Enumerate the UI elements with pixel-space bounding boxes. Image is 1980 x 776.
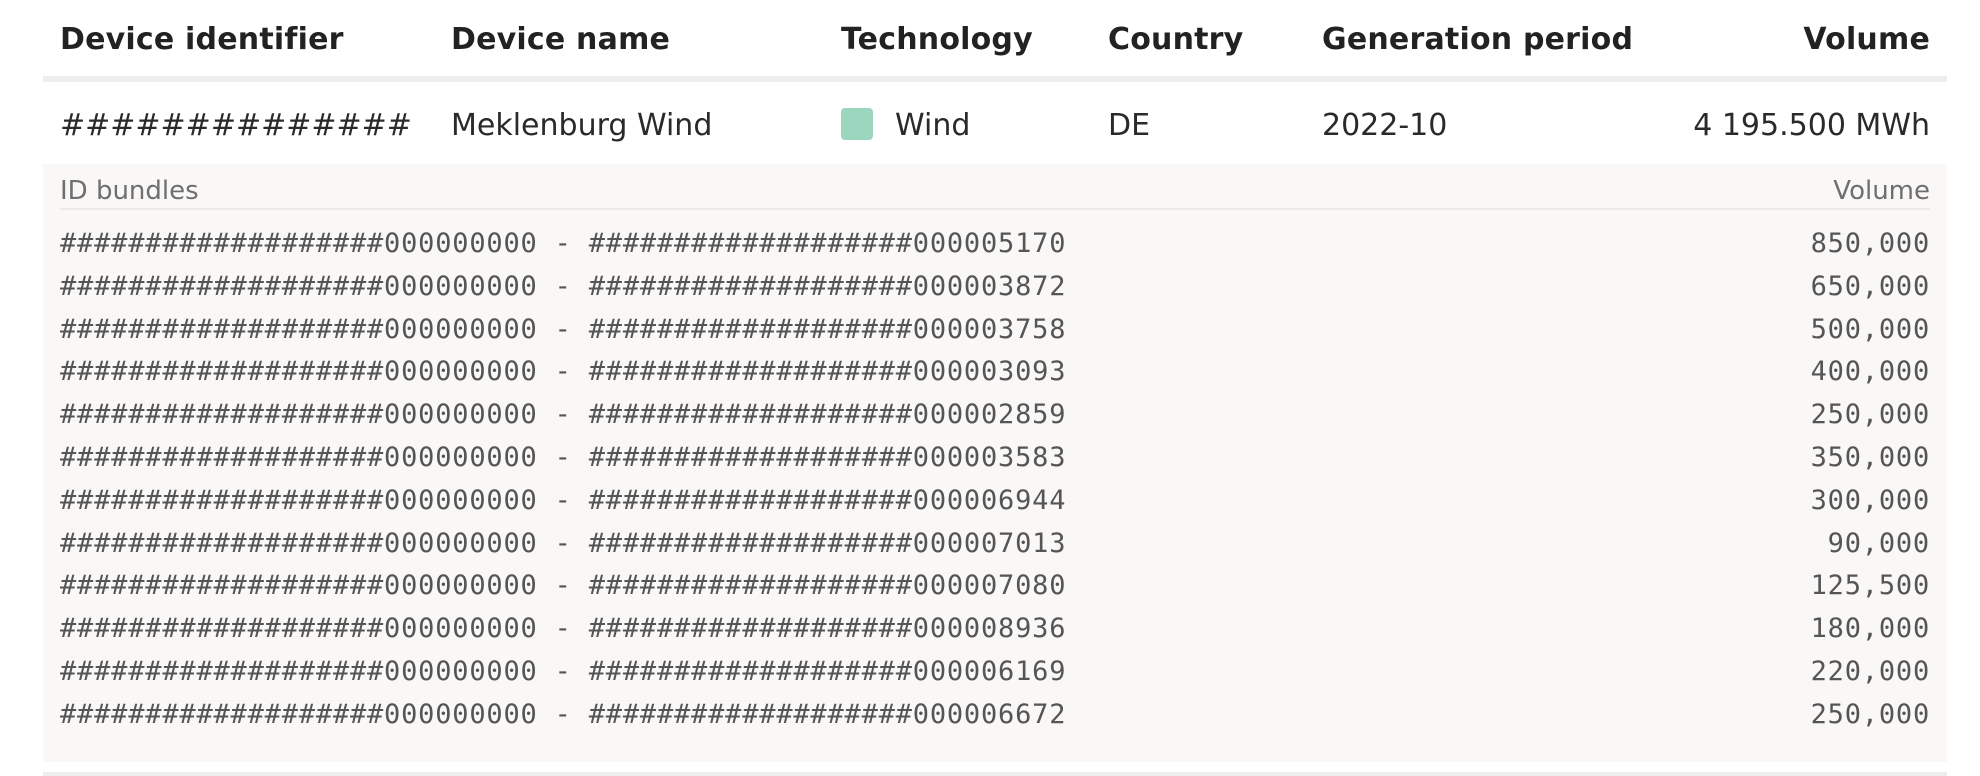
bundle-volume: 400,000 (1810, 356, 1930, 388)
header-volume[interactable]: Volume (1803, 22, 1930, 57)
bundle-volume: 125,500 (1810, 570, 1930, 602)
bundle-volume: 300,000 (1810, 484, 1930, 516)
volume-cell: 4 195.500 MWh (1693, 108, 1930, 143)
header-technology[interactable]: Technology (841, 22, 1033, 57)
bundle-volume: 220,000 (1810, 655, 1930, 687)
bundle-volume: 500,000 (1810, 313, 1930, 345)
bundle-row: ###################000000000 - #########… (60, 308, 1930, 351)
table-bottom-divider (43, 772, 1947, 776)
bundle-volume: 90,000 (1827, 527, 1930, 559)
bundle-row: ###################000000000 - #########… (60, 350, 1930, 393)
id-bundles-panel: ID bundles Volume ###################000… (43, 164, 1947, 762)
device-name-cell: Meklenburg Wind (451, 108, 713, 143)
generation-period-cell: 2022-10 (1322, 108, 1448, 143)
bundle-range: ###################000000000 - #########… (60, 228, 1067, 259)
certificates-table: Device identifier Device name Technology… (43, 0, 1947, 762)
id-bundles-label: ID bundles (60, 176, 199, 206)
bundle-row: ###################000000000 - #########… (60, 479, 1930, 522)
technology-color-swatch (841, 107, 873, 140)
table-header-row: Device identifier Device name Technology… (43, 0, 1947, 82)
bundle-volume: 650,000 (1810, 270, 1930, 302)
bundle-row: ###################000000000 - #########… (60, 436, 1930, 479)
bundle-range: ###################000000000 - #########… (60, 399, 1067, 431)
bundle-volume: 180,000 (1810, 613, 1930, 645)
id-bundles-volume-label: Volume (1833, 176, 1930, 206)
bundle-row: ###################000000000 - #########… (60, 222, 1930, 265)
bundle-row: ###################000000000 - #########… (60, 693, 1930, 736)
bundle-range: ###################000000000 - #########… (60, 655, 1067, 687)
header-device-identifier[interactable]: Device identifier (60, 22, 344, 57)
bundle-volume: 350,000 (1810, 441, 1930, 473)
bundle-range: ###################000000000 - #########… (60, 570, 1067, 602)
bundle-volume: 850,000 (1810, 228, 1930, 259)
technology-cell: Wind (841, 107, 971, 143)
bundle-row: ###################000000000 - #########… (60, 522, 1930, 565)
bundle-row: ###################000000000 - #########… (60, 650, 1930, 693)
id-bundles-list: ###################000000000 - #########… (60, 210, 1930, 736)
bundle-range: ###################000000000 - #########… (60, 356, 1067, 388)
bundle-range: ###################000000000 - #########… (60, 613, 1067, 645)
header-device-name[interactable]: Device name (451, 22, 670, 57)
bundle-range: ###################000000000 - #########… (60, 484, 1067, 516)
country-cell: DE (1108, 108, 1151, 143)
device-identifier-cell: ############## (60, 108, 412, 143)
bundle-volume: 250,000 (1810, 698, 1930, 730)
id-bundles-header: ID bundles Volume (60, 164, 1930, 210)
bundle-row: ###################000000000 - #########… (60, 393, 1930, 436)
bundle-range: ###################000000000 - #########… (60, 527, 1067, 559)
bundle-row: ###################000000000 - #########… (60, 564, 1930, 607)
bundle-row: ###################000000000 - #########… (60, 607, 1930, 650)
technology-label: Wind (895, 108, 971, 143)
bundle-range: ###################000000000 - #########… (60, 441, 1067, 473)
header-country[interactable]: Country (1108, 22, 1243, 57)
bundle-row: ###################000000000 - #########… (60, 265, 1930, 308)
bundle-range: ###################000000000 - #########… (60, 270, 1067, 302)
bundle-range: ###################000000000 - #########… (60, 313, 1067, 345)
bundle-volume: 250,000 (1810, 399, 1930, 431)
table-row[interactable]: ############## Meklenburg Wind Wind DE 2… (43, 82, 1947, 164)
bundle-range: ###################000000000 - #########… (60, 698, 1067, 730)
header-generation-period[interactable]: Generation period (1322, 22, 1633, 57)
